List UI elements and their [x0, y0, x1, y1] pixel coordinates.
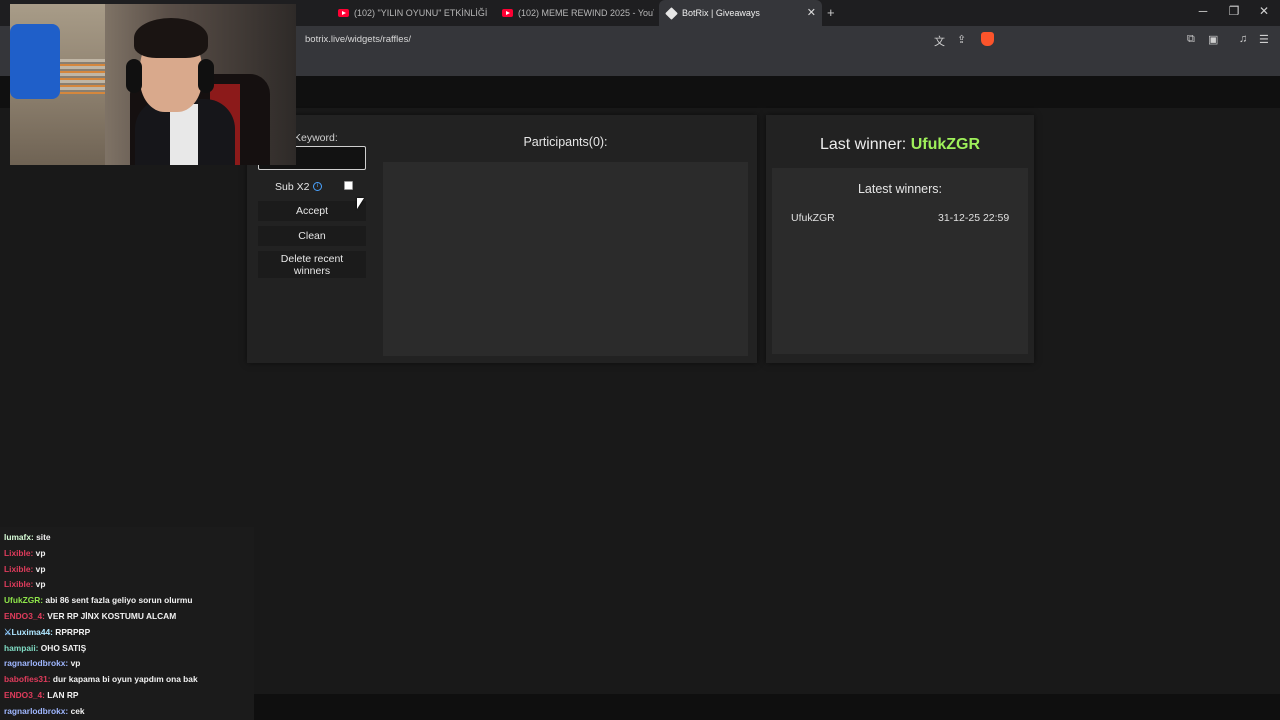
winner-name: UfukZGR	[791, 212, 835, 224]
chat-text: vp	[70, 658, 81, 669]
chat-message: lumafx: site	[4, 530, 250, 546]
browser-tab-1[interactable]: (102) "YILIN OYUNU" ETKİNLİĞİ NEDİ	[330, 0, 488, 26]
chat-text: site	[36, 532, 51, 542]
chat-text: vp	[35, 547, 46, 558]
chat-text: VER RP JİNX KOSTUMU ALCAM	[47, 610, 177, 621]
webcam-books	[60, 59, 105, 94]
chat-username: babofies31:	[4, 674, 51, 685]
browser-tab-active[interactable]: BotRix | Giveaways ✕	[659, 0, 822, 26]
chat-text: dur kapama bi oyun yapdım ona bak	[52, 674, 198, 685]
chat-username: ragnarlodbrokx:	[4, 658, 69, 669]
brave-shields-icon[interactable]	[981, 32, 994, 46]
youtube-icon	[338, 9, 349, 17]
delete-recent-winners-button[interactable]: Delete recent winners	[258, 251, 366, 278]
wallet-icon[interactable]: ▣	[1208, 33, 1218, 46]
chat-username: Luxima44:	[11, 626, 53, 637]
headset-icon	[198, 59, 214, 93]
winner-date: 31-12-25 22:59	[938, 212, 1010, 224]
minimize-icon[interactable]: ─	[1193, 4, 1213, 18]
mouse-cursor-icon	[357, 198, 364, 209]
chat-message: ⚔Luxima44: RPRPRP	[4, 625, 250, 641]
chat-message: ragnarlodbrokx: vp	[4, 656, 250, 672]
chat-text: cek	[70, 705, 85, 716]
clean-button[interactable]: Clean	[258, 226, 366, 246]
chat-message: ENDO3_4: LAN RP	[4, 688, 250, 704]
chat-username: lumafx:	[4, 532, 34, 542]
chat-username: hampaii:	[4, 642, 39, 653]
accept-button[interactable]: Accept	[258, 201, 366, 221]
participants-title: Participants(0):	[523, 135, 608, 149]
chat-username: Lixible:	[4, 547, 34, 558]
chat-message: Lixible: vp	[4, 546, 250, 562]
browser-tab-2[interactable]: (102) MEME REWIND 2025 - YouTube	[494, 0, 654, 26]
bottom-bar	[254, 694, 1280, 720]
chat-message: Lixible: vp	[4, 562, 250, 578]
chat-username: ENDO3_4:	[4, 610, 45, 621]
chat-message: UfukZGR: abi 86 sent fazla geliyo sorun …	[4, 593, 250, 609]
last-winner-prefix: Last winner:	[819, 136, 907, 153]
close-window-icon[interactable]: ✕	[1254, 4, 1274, 18]
media-icon[interactable]: ♫	[1239, 33, 1247, 45]
keyword-label: Keyword:	[294, 132, 338, 144]
chat-username: ENDO3_4:	[4, 689, 45, 700]
chat-message: ENDO3_4: VER RP JİNX KOSTUMU ALCAM	[4, 609, 250, 625]
tab-title: BotRix | Giveaways	[682, 8, 760, 18]
extensions-icon[interactable]: ⧉	[1187, 33, 1195, 46]
chat-message: Lixible: vp	[4, 577, 250, 593]
webcam-person-hair	[134, 18, 208, 58]
sword-badge-icon: ⚔	[4, 626, 12, 637]
chat-username: UfukZGR:	[4, 595, 44, 606]
last-winner-name: UfukZGR	[910, 136, 981, 153]
chat-text: RPRPRP	[55, 626, 91, 637]
menu-icon[interactable]: ☰	[1259, 33, 1269, 46]
share-icon[interactable]: ⇪	[957, 33, 966, 46]
chat-text: LAN RP	[47, 689, 79, 700]
botrix-icon	[665, 6, 678, 20]
latest-winners-title: Latest winners:	[857, 182, 943, 196]
chat-message: hampaii: OHO SATIŞ	[4, 641, 250, 657]
chat-message: ragnarlodbrokx: cek	[4, 704, 250, 720]
chat-text: vp	[35, 563, 46, 574]
info-icon[interactable]: i	[313, 182, 322, 191]
youtube-icon	[502, 9, 513, 17]
new-tab-button[interactable]: +	[827, 5, 835, 20]
tab-title: (102) MEME REWIND 2025 - YouTube	[518, 8, 654, 18]
participants-list[interactable]	[383, 162, 748, 356]
webcam-overlay	[10, 4, 296, 165]
last-winner-heading: Last winner: UfukZGR	[766, 136, 1034, 154]
chat-text: abi 86 sent fazla geliyo sorun olurmu	[45, 595, 193, 606]
webcam-person-shirt	[170, 104, 198, 165]
sub-x2-checkbox[interactable]	[344, 181, 353, 190]
url-text[interactable]: botrix.live/widgets/raffles/	[305, 34, 411, 45]
stream-chat-overlay: lumafx: site Lixible: vp Lixible: vp Lix…	[0, 527, 254, 720]
chat-text: OHO SATIŞ	[40, 642, 87, 653]
chat-message: babofies31: dur kapama bi oyun yapdım on…	[4, 672, 250, 688]
sub-x2-label: Sub X2	[275, 181, 310, 193]
close-tab-icon[interactable]: ✕	[807, 6, 816, 19]
tab-title: (102) "YILIN OYUNU" ETKİNLİĞİ NEDİ	[354, 8, 488, 18]
chat-username: ragnarlodbrokx:	[4, 705, 69, 716]
chat-username: Lixible:	[4, 579, 34, 590]
translate-icon[interactable]: 文	[934, 33, 945, 49]
chat-text: vp	[35, 579, 46, 590]
chat-username: Lixible:	[4, 563, 34, 574]
headset-icon	[126, 59, 142, 93]
webcam-cup	[10, 24, 60, 99]
maximize-icon[interactable]: ❐	[1224, 4, 1244, 18]
